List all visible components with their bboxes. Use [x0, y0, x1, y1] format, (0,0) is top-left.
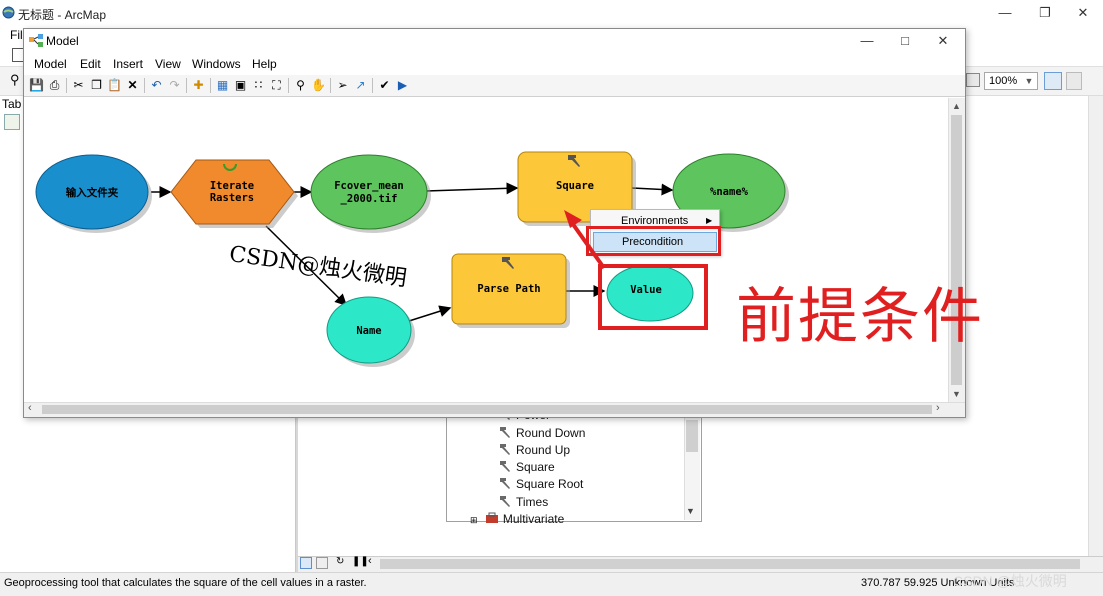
hammer-icon [500, 461, 510, 472]
add-data-icon[interactable]: ✚ [190, 77, 207, 94]
validate-icon[interactable]: ✔ [376, 77, 393, 94]
model-window: Model — □ ✕ Model Edit Insert View Windo… [23, 28, 966, 418]
page-icon[interactable] [1066, 72, 1082, 90]
status-message: Geoprocessing tool that calculates the s… [4, 577, 367, 589]
delete-icon[interactable]: ✕ [124, 77, 141, 94]
model-close-button[interactable]: ✕ [932, 32, 954, 50]
parse-path-label: Parse Path [477, 283, 540, 295]
menu-help[interactable]: Help [252, 57, 277, 71]
cut-icon[interactable]: ✂ [70, 77, 87, 94]
list-item[interactable]: Square [498, 459, 555, 476]
input-folder-label: 输入文件夹 [66, 186, 119, 199]
print-icon[interactable]: ⎙ [46, 77, 63, 94]
watermark-bottom: CSDN @烛火微明 [953, 573, 1067, 589]
list-item[interactable]: ⊞ Multivariate [470, 511, 564, 528]
fcover-label-1: Fcover_mean [334, 180, 404, 192]
select-icon[interactable]: ➢ [334, 77, 351, 94]
auto-layout-icon[interactable]: ▦ [214, 77, 231, 94]
connector-name-parsepath [408, 305, 452, 322]
menu-windows[interactable]: Windows [192, 57, 241, 71]
model-horizontal-scroll-thumb[interactable] [42, 405, 932, 414]
scroll-up-icon[interactable]: ▲ [952, 101, 961, 111]
hammer-icon [500, 496, 510, 507]
list-item[interactable]: Round Up [498, 442, 570, 459]
menu-model[interactable]: Model [34, 57, 67, 71]
list-item[interactable]: Round Down [498, 425, 585, 442]
model-toolbar: 💾 ⎙ ✂ ❐ 📋 ✕ ↶ ↷ ✚ ▦ ▣ ∷ ⛶ ⚲ ✋ ➢ ↗ ✔ ▶ [24, 75, 965, 97]
annotation-arrow [564, 210, 606, 270]
model-diagram: 输入文件夹 Iterate Rasters Fcover_mean _2000.… [35, 151, 789, 367]
scroll-down-icon[interactable]: ▼ [686, 506, 695, 516]
layout-icon[interactable] [966, 73, 980, 87]
zoom-icon[interactable]: ⚲ [292, 77, 309, 94]
list-item[interactable]: Square Root [498, 476, 583, 493]
fixed-zoom-out-icon[interactable]: ⛶ [268, 77, 285, 94]
map-horizontal-scrollbar[interactable] [380, 559, 1080, 569]
model-titlebar [24, 29, 965, 53]
toc-tab[interactable]: Tab [2, 97, 21, 111]
hammer-icon [500, 478, 510, 489]
copy-icon[interactable]: ❐ [88, 77, 105, 94]
iterate-rasters-label-2: Rasters [210, 192, 254, 204]
layout-view-button[interactable] [1044, 72, 1062, 90]
toolbox-scroll-thumb[interactable] [686, 420, 698, 452]
model-builder-icon [29, 34, 43, 47]
save-icon[interactable]: 💾 [28, 77, 45, 94]
fcover-raster-node[interactable] [310, 154, 428, 230]
minimize-button[interactable]: — [994, 4, 1016, 22]
value-highlight-box [598, 264, 708, 330]
iterate-rasters-label-1: Iterate [210, 180, 254, 192]
refresh-icon[interactable]: ↻ [336, 556, 344, 567]
arcmap-window-title: 无标题 - ArcMap [18, 8, 107, 22]
toolbox-icon [485, 512, 498, 523]
hammer-icon [500, 444, 510, 455]
close-button[interactable]: ✕ [1072, 4, 1094, 22]
zoom-level-combo[interactable]: 100% ▼ [984, 72, 1038, 90]
undo-icon[interactable]: ↶ [148, 77, 165, 94]
list-by-drawing-order-icon[interactable] [4, 114, 20, 130]
full-extent-icon[interactable]: ▣ [232, 77, 249, 94]
connector-square-name [631, 183, 674, 196]
paste-icon[interactable]: 📋 [106, 77, 123, 94]
model-maximize-button[interactable]: □ [894, 32, 916, 50]
model-menubar: Model Edit Insert View Windows Help [24, 54, 965, 74]
output-name-label: %name% [710, 186, 749, 198]
model-canvas[interactable]: 输入文件夹 Iterate Rasters Fcover_mean _2000.… [24, 98, 948, 402]
annotation-label: 前提条件 [736, 282, 984, 352]
map-vertical-scrollbar[interactable] [1088, 96, 1103, 556]
model-window-title: Model [46, 34, 79, 48]
pan-icon[interactable]: ✋ [310, 77, 327, 94]
connector-fcover-square [425, 182, 519, 195]
fixed-zoom-in-icon[interactable]: ∷ [250, 77, 267, 94]
list-item[interactable]: Times [498, 494, 548, 511]
square-tool-label: Square [556, 180, 594, 192]
chevron-down-icon[interactable]: ▼ [1022, 74, 1036, 88]
layout-view-icon[interactable] [316, 557, 328, 569]
menu-insert[interactable]: Insert [113, 57, 143, 71]
toolbox-tree-items: Power Round Down Round Up Square Square … [446, 404, 686, 526]
connect-icon[interactable]: ↗ [352, 77, 369, 94]
arcmap-globe-icon [2, 6, 15, 19]
zoom-in-icon[interactable]: ⚲ [10, 72, 20, 88]
hammer-icon [500, 427, 510, 438]
menu-view[interactable]: View [155, 57, 181, 71]
model-minimize-button[interactable]: — [856, 32, 878, 50]
redo-icon[interactable]: ↷ [166, 77, 183, 94]
scroll-down-icon[interactable]: ▼ [952, 389, 961, 399]
menu-edit[interactable]: Edit [80, 57, 101, 71]
run-icon[interactable]: ▶ [394, 77, 411, 94]
fcover-label-2: _2000.tif [341, 193, 398, 205]
pause-icon[interactable]: ❚❚ [352, 556, 369, 567]
expand-icon[interactable]: ⊞ [470, 515, 478, 525]
arcmap-titlebar [0, 0, 1103, 26]
restore-icon[interactable]: ❐ [1034, 4, 1056, 22]
name-variable-label: Name [356, 325, 381, 337]
scroll-left-icon[interactable]: ‹ [368, 555, 372, 567]
zoom-level-value: 100% [989, 75, 1018, 87]
scroll-right-icon[interactable]: › [936, 402, 940, 414]
scroll-left-icon[interactable]: ‹ [28, 402, 32, 414]
data-view-button[interactable] [300, 557, 312, 569]
